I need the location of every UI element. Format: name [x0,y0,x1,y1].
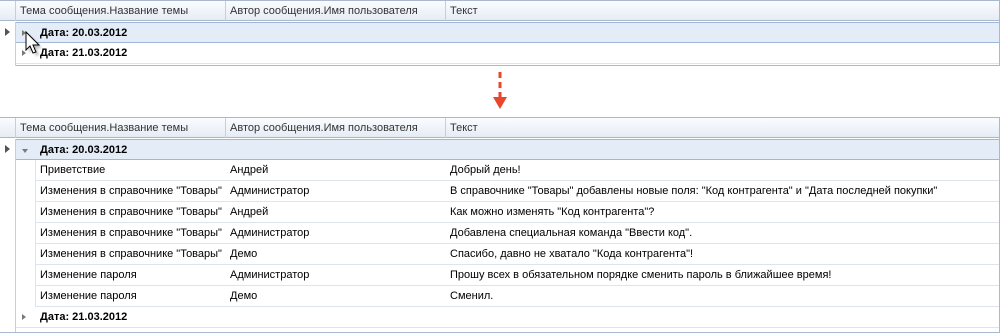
column-header-text[interactable]: Текст [446,1,999,21]
cell-author: Демо [230,248,258,260]
cell-text: Как можно изменять "Код контрагента"? [450,206,655,218]
cell-topic: Изменения в справочнике "Товары" [40,227,222,239]
cell-text: Прошу всех в обязательном порядке сменит… [450,269,832,281]
group-row[interactable]: Дата: 21.03.2012 [16,307,999,328]
cell-text: Добрый день! [450,164,521,176]
cell-author: Андрей [230,206,269,218]
table-row[interactable]: Изменение пароля Демо Сменил. [36,286,999,307]
column-header-topic[interactable]: Тема сообщения.Название темы [16,1,226,21]
cell-text: Добавлена специальная команда "Ввести ко… [450,227,693,239]
cell-topic: Изменения в справочнике "Товары" [40,185,222,197]
table-row[interactable]: Изменение пароля Администратор Прошу все… [36,265,999,286]
group-row-label: Дата: 21.03.2012 [40,47,128,59]
group-row[interactable]: Дата: 21.03.2012 [16,43,999,64]
header-corner [0,1,16,21]
cell-author: Администратор [230,227,310,239]
header-corner [0,118,16,138]
cell-topic: Изменения в справочнике "Товары" [40,248,222,260]
group-row[interactable]: Дата: 20.03.2012 [16,22,999,43]
row-indicator-column [0,139,16,332]
group-row-label: Дата: 20.03.2012 [40,144,128,156]
table-row[interactable]: Изменения в справочнике "Товары" Админис… [36,223,999,244]
column-header-topic[interactable]: Тема сообщения.Название темы [16,118,226,138]
expand-icon[interactable] [22,314,29,321]
cell-topic: Изменения в справочнике "Товары" [40,206,222,218]
column-header-row: Тема сообщения.Название темы Автор сообщ… [0,118,999,138]
cell-topic: Изменение пароля [40,269,137,281]
mouse-cursor-icon [25,30,42,56]
cell-text: Сменил. [450,290,494,302]
cell-author: Администратор [230,185,310,197]
column-header-author[interactable]: Автор сообщения.Имя пользователя [226,1,446,21]
group-row-label: Дата: 21.03.2012 [40,311,128,323]
grid-collapsed: Тема сообщения.Название темы Автор сообщ… [0,0,1000,66]
column-header-author[interactable]: Автор сообщения.Имя пользователя [226,118,446,138]
table-row[interactable]: Изменения в справочнике "Товары" Андрей … [36,202,999,223]
cell-author: Администратор [230,269,310,281]
focused-row-pointer-icon [5,28,10,36]
focused-row-pointer-icon [5,145,10,153]
cell-author: Андрей [230,164,269,176]
cell-author: Демо [230,290,258,302]
cell-topic: Изменение пароля [40,290,137,302]
transition-arrow-icon [493,72,507,109]
cell-text: В справочнике "Товары" добавлены новые п… [450,185,938,197]
column-header-text[interactable]: Текст [446,118,999,138]
table-row[interactable]: Приветствие Андрей Добрый день! [36,160,999,181]
table-row[interactable]: Изменения в справочнике "Товары" Админис… [36,181,999,202]
column-header-row: Тема сообщения.Название темы Автор сообщ… [0,1,999,21]
cell-topic: Приветствие [40,164,106,176]
grid-expanded: Тема сообщения.Название темы Автор сообщ… [0,117,1000,333]
group-indent-column [16,160,36,307]
group-row-label: Дата: 20.03.2012 [40,27,128,39]
table-row[interactable]: Изменения в справочнике "Товары" Демо Сп… [36,244,999,265]
group-row[interactable]: Дата: 20.03.2012 [16,139,999,160]
cell-text: Спасибо, давно не хватало "Кода контраге… [450,248,694,260]
collapse-icon[interactable] [22,147,29,154]
